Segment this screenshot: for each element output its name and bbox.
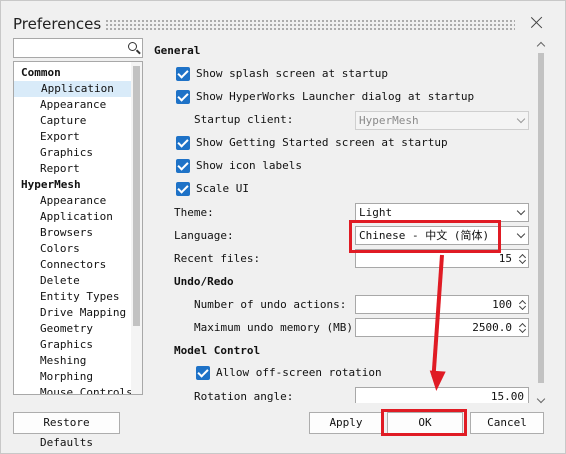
tree-item[interactable]: Application	[14, 81, 132, 97]
tree-item[interactable]: Graphics	[14, 337, 132, 353]
undo-actions-value: 100	[492, 298, 512, 311]
title-bar[interactable]: Preferences	[1, 1, 566, 41]
undo-memory-value: 2500.0	[472, 321, 512, 334]
splash-checkbox[interactable]	[176, 67, 190, 81]
settings-scrollbar[interactable]	[535, 38, 547, 407]
tree-item-label: Appearance	[40, 98, 107, 111]
preferences-dialog: Preferences Common Application Appearance C…	[0, 0, 566, 454]
restore-defaults-button[interactable]: Restore Defaults	[13, 412, 120, 449]
tree-item-label: Export	[40, 130, 80, 143]
launcher-checkbox[interactable]	[176, 90, 190, 104]
undo-memory-spinbox[interactable]: 2500.0	[355, 318, 529, 337]
icon-labels-label: Show icon labels	[196, 159, 302, 172]
tree-item-label: Geometry	[40, 322, 93, 335]
tree-item[interactable]: Browsers	[14, 225, 132, 241]
tree-item-label: Entity Types	[40, 290, 120, 303]
category-tree: Common Application Appearance Capture Export…	[13, 61, 143, 395]
dialog-title: Preferences	[13, 15, 102, 33]
theme-label: Theme:	[174, 206, 214, 219]
tree-item-label: HyperMesh	[21, 178, 81, 191]
annotation-arrowhead	[428, 370, 446, 392]
startup-client-value: HyperMesh	[359, 114, 419, 127]
undo-actions-label: Number of undo actions:	[194, 298, 347, 311]
theme-value: Light	[359, 206, 393, 219]
tree-item[interactable]: Export	[14, 129, 132, 145]
tree-item[interactable]: Morphing	[14, 369, 132, 385]
tree-item-label: Meshing	[40, 354, 87, 367]
chevron-down-icon	[516, 229, 526, 239]
tree-item[interactable]: Meshing	[14, 353, 132, 369]
tree-item-label: Appearance	[40, 194, 107, 207]
ok-highlight-box	[381, 409, 467, 436]
tree-scroll-thumb[interactable]	[133, 66, 140, 326]
chevron-down-icon	[516, 206, 526, 216]
startup-client-label: Startup client:	[194, 113, 294, 126]
tree-item[interactable]: Colors	[14, 241, 132, 257]
language-highlight-box	[349, 220, 501, 253]
tree-item-label: Capture	[40, 114, 87, 127]
tree-item-label: Drive Mapping	[40, 306, 127, 319]
language-label: Language:	[174, 229, 234, 242]
offscreen-rotation-label: Allow off-screen rotation	[216, 366, 382, 379]
tree-scrollbar[interactable]	[131, 62, 142, 394]
tree-item-label: Mouse Controls	[40, 386, 133, 395]
launcher-label: Show HyperWorks Launcher dialog at start…	[196, 90, 475, 103]
search-icon[interactable]	[128, 42, 137, 51]
search-input[interactable]	[14, 39, 122, 57]
tree-group[interactable]: HyperMesh	[14, 177, 132, 193]
recent-files-value: 15	[498, 252, 512, 265]
section-model-control: Model Control	[174, 344, 261, 357]
tree-item-label: Common	[21, 66, 61, 79]
tree-item[interactable]: Delete	[14, 273, 132, 289]
undo-actions-spinbox[interactable]: 100	[355, 295, 529, 314]
scale-ui-label: Scale UI	[196, 182, 249, 195]
tree-item[interactable]: Appearance	[14, 193, 132, 209]
getting-started-checkbox[interactable]	[176, 136, 190, 150]
recent-files-label: Recent files:	[174, 252, 261, 265]
section-undo-redo: Undo/Redo	[174, 275, 234, 288]
tree-item-label: Connectors	[40, 258, 107, 271]
tree-item[interactable]: Application	[14, 209, 132, 225]
tree-item[interactable]: Graphics	[14, 145, 132, 161]
rotation-angle-value: 15.00	[490, 390, 524, 403]
scroll-down-icon[interactable]	[536, 394, 546, 404]
close-icon[interactable]	[529, 15, 545, 31]
scale-ui-checkbox[interactable]	[176, 182, 190, 196]
tree-item-label: Browsers	[40, 226, 93, 239]
tree-item[interactable]: Report	[14, 161, 132, 177]
scroll-up-icon[interactable]	[536, 41, 546, 51]
tree-item-label: Colors	[40, 242, 80, 255]
drag-grip[interactable]	[105, 19, 515, 30]
icon-labels-checkbox[interactable]	[176, 159, 190, 173]
tree-item-label: Application	[40, 210, 113, 223]
offscreen-rotation-checkbox[interactable]	[196, 366, 210, 380]
getting-started-label: Show Getting Started screen at startup	[196, 136, 448, 149]
tree-item-label: Graphics	[40, 146, 93, 159]
splash-label: Show splash screen at startup	[196, 67, 389, 80]
cancel-button[interactable]: Cancel	[470, 412, 544, 434]
tree-item[interactable]: Geometry	[14, 321, 132, 337]
tree-item[interactable]: Mouse Controls	[14, 385, 133, 395]
tree-item-label: Morphing	[40, 370, 93, 383]
tree-item[interactable]: Appearance	[14, 97, 132, 113]
tree-item-label: Application	[41, 82, 114, 95]
tree-item-label: Delete	[40, 274, 80, 287]
tree-item[interactable]: Entity Types	[14, 289, 132, 305]
settings-scroll-thumb[interactable]	[538, 53, 544, 383]
tree-item[interactable]: Capture	[14, 113, 132, 129]
tree-item-label: Report	[40, 162, 80, 175]
tree-item[interactable]: Connectors	[14, 257, 132, 273]
search-box	[13, 38, 143, 58]
undo-memory-label: Maximum undo memory (MB):	[194, 321, 360, 334]
tree-item-label: Graphics	[40, 338, 93, 351]
tree-item[interactable]: Drive Mapping	[14, 305, 132, 321]
startup-client-select: HyperMesh	[355, 111, 529, 130]
section-general: General	[154, 44, 201, 57]
tree-group[interactable]: Common	[14, 65, 132, 81]
apply-button[interactable]: Apply	[309, 412, 383, 434]
chevron-down-icon	[516, 114, 526, 124]
rotation-angle-label: Rotation angle:	[194, 390, 294, 403]
